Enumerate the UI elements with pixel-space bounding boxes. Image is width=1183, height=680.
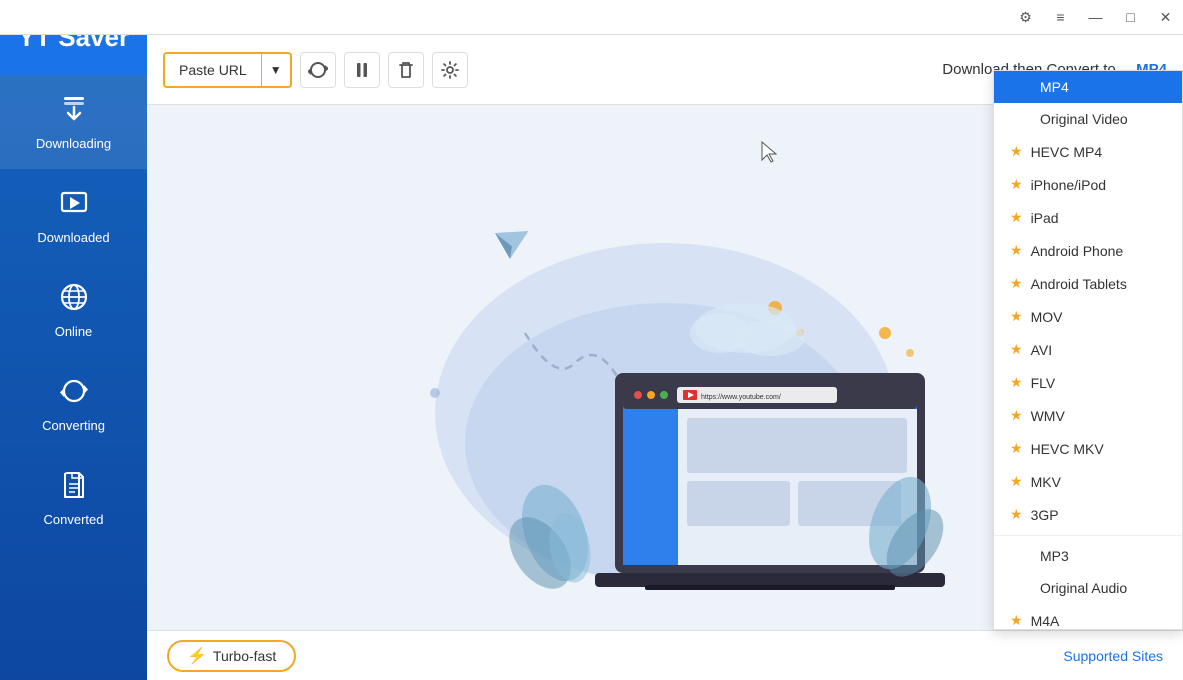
- dropdown-item-label: MKV: [1031, 474, 1061, 490]
- star-icon: ★: [1010, 473, 1023, 490]
- dropdown-item-wmv[interactable]: ★ WMV: [994, 399, 1182, 432]
- dropdown-item-label: MP4: [1040, 79, 1069, 95]
- star-icon: ★: [1010, 275, 1023, 292]
- star-icon: ★: [1010, 440, 1023, 457]
- dropdown-item-label: WMV: [1031, 408, 1065, 424]
- star-icon: ★: [1010, 308, 1023, 325]
- dropdown-item-label: Original Audio: [1040, 580, 1127, 596]
- star-icon: ★: [1010, 612, 1023, 629]
- minimize-button[interactable]: —: [1078, 0, 1113, 35]
- sidebar-item-downloading[interactable]: Downloading: [0, 75, 147, 169]
- sidebar-item-downloaded[interactable]: Downloaded: [0, 169, 147, 263]
- sidebar-item-converting[interactable]: Converting: [0, 357, 147, 451]
- delete-button[interactable]: [388, 52, 424, 88]
- bottom-bar: ⚡ Turbo-fast Supported Sites: [147, 630, 1183, 680]
- sidebar-item-converting-label: Converting: [42, 418, 105, 433]
- dropdown-divider: [994, 535, 1182, 536]
- star-icon: ★: [1010, 341, 1023, 358]
- online-icon: [58, 281, 90, 318]
- dropdown-item-3gp[interactable]: ★ 3GP: [994, 498, 1182, 531]
- dropdown-item-mp4[interactable]: MP4: [994, 71, 1182, 103]
- dropdown-item-label: 3GP: [1031, 507, 1059, 523]
- dropdown-item-label: FLV: [1031, 375, 1056, 391]
- dropdown-item-android-tablets[interactable]: ★ Android Tablets: [994, 267, 1182, 300]
- paste-url-label: Paste URL: [165, 54, 261, 86]
- dropdown-item-hevc-mkv[interactable]: ★ HEVC MKV: [994, 432, 1182, 465]
- paste-url-button[interactable]: Paste URL ▼: [163, 52, 292, 88]
- dropdown-item-label: M4A: [1031, 613, 1060, 629]
- svg-text:https://www.youtube.com/: https://www.youtube.com/: [701, 394, 781, 401]
- dropdown-item-mkv[interactable]: ★ MKV: [994, 465, 1182, 498]
- dropdown-item-mp3[interactable]: MP3: [994, 540, 1182, 572]
- star-icon: ★: [1010, 176, 1023, 193]
- dropdown-item-iphone-ipod[interactable]: ★ iPhone/iPod: [994, 168, 1182, 201]
- settings-titlebar-button[interactable]: ⚙: [1008, 0, 1043, 35]
- turbo-label: Turbo-fast: [213, 648, 276, 664]
- dropdown-item-original-video[interactable]: Original Video: [994, 103, 1182, 135]
- dropdown-item-label: AVI: [1031, 342, 1053, 358]
- lightning-icon: ⚡: [187, 646, 207, 666]
- star-icon: ★: [1010, 143, 1023, 160]
- sidebar-item-converted-label: Converted: [44, 512, 104, 527]
- star-icon: ★: [1010, 209, 1023, 226]
- sidebar: YT Saver Downloading Downloaded: [0, 0, 147, 680]
- sidebar-item-downloading-label: Downloading: [36, 136, 111, 151]
- sidebar-item-online-label: Online: [55, 324, 93, 339]
- dropdown-item-label: Android Phone: [1031, 243, 1124, 259]
- sidebar-item-converted[interactable]: Converted: [0, 451, 147, 545]
- downloaded-icon: [58, 187, 90, 224]
- title-bar: ⚙ ≡ — □ ✕: [0, 0, 1183, 35]
- downloading-icon: [58, 93, 90, 130]
- illustration: https://www.youtube.com/: [355, 133, 975, 603]
- settings-button[interactable]: [432, 52, 468, 88]
- dropdown-item-original-audio[interactable]: Original Audio: [994, 572, 1182, 604]
- dropdown-item-label: iPad: [1031, 210, 1059, 226]
- star-icon: ★: [1010, 242, 1023, 259]
- dropdown-item-label: HEVC MKV: [1031, 441, 1104, 457]
- converting-icon: [58, 375, 90, 412]
- converted-icon: [58, 469, 90, 506]
- sidebar-item-downloaded-label: Downloaded: [37, 230, 109, 245]
- turbo-badge: ⚡ Turbo-fast: [167, 640, 296, 672]
- refresh-button[interactable]: [300, 52, 336, 88]
- star-icon: ★: [1010, 374, 1023, 391]
- pause-button[interactable]: [344, 52, 380, 88]
- maximize-button[interactable]: □: [1113, 0, 1148, 35]
- dropdown-item-android-phone[interactable]: ★ Android Phone: [994, 234, 1182, 267]
- menu-titlebar-button[interactable]: ≡: [1043, 0, 1078, 35]
- dropdown-item-label: MP3: [1040, 548, 1069, 564]
- dropdown-item-flv[interactable]: ★ FLV: [994, 366, 1182, 399]
- dropdown-item-label: MOV: [1031, 309, 1063, 325]
- dropdown-item-label: Android Tablets: [1031, 276, 1127, 292]
- star-icon: ★: [1010, 407, 1023, 424]
- paste-url-dropdown-arrow[interactable]: ▼: [261, 54, 290, 86]
- dropdown-item-m4a[interactable]: ★ M4A: [994, 604, 1182, 630]
- supported-sites-link[interactable]: Supported Sites: [1063, 648, 1163, 664]
- dropdown-item-ipad[interactable]: ★ iPad: [994, 201, 1182, 234]
- dropdown-item-label: Original Video: [1040, 111, 1128, 127]
- dropdown-item-label: iPhone/iPod: [1031, 177, 1107, 193]
- star-icon: ★: [1010, 506, 1023, 523]
- dropdown-item-mov[interactable]: ★ MOV: [994, 300, 1182, 333]
- dropdown-item-avi[interactable]: ★ AVI: [994, 333, 1182, 366]
- dropdown-item-label: HEVC MP4: [1031, 144, 1103, 160]
- close-button[interactable]: ✕: [1148, 0, 1183, 35]
- format-dropdown: MP4 Original Video ★ HEVC MP4 ★ iPhone/iPod ★ i…: [993, 70, 1183, 630]
- sidebar-item-online[interactable]: Online: [0, 263, 147, 357]
- dropdown-item-hevc-mp4[interactable]: ★ HEVC MP4: [994, 135, 1182, 168]
